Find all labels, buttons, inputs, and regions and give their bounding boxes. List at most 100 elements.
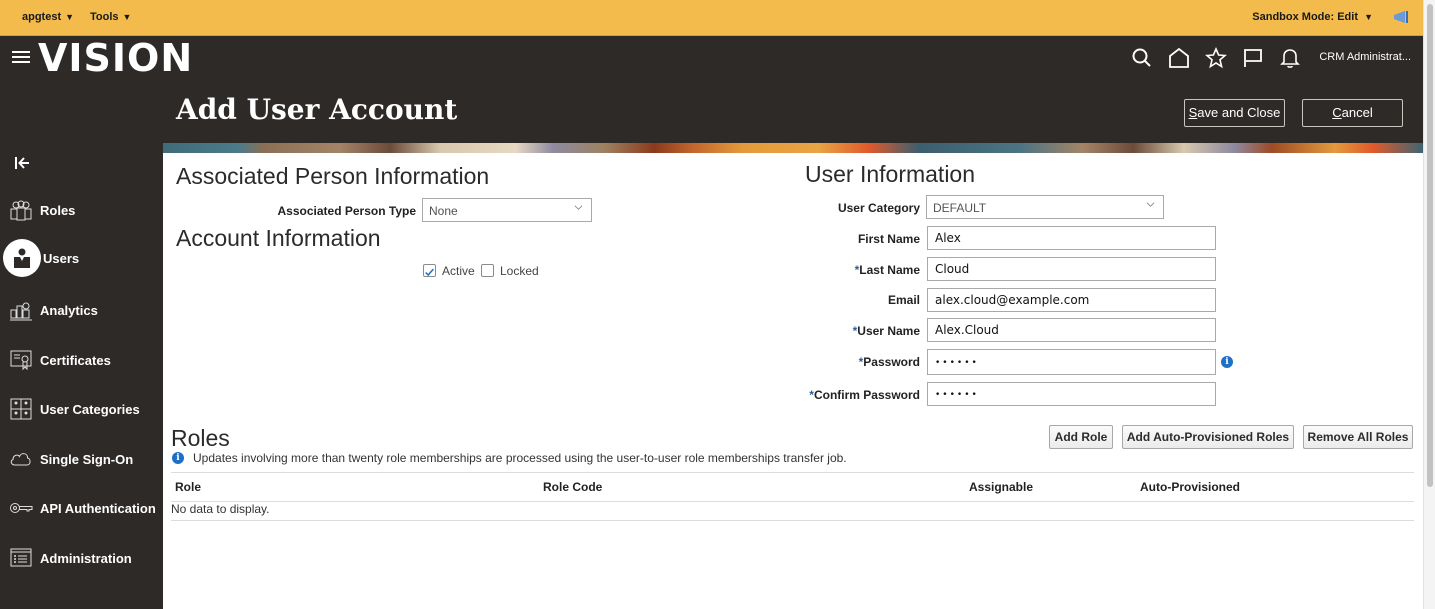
sidebar-item-api-authentication[interactable]: API Authentication: [0, 489, 163, 529]
password-label-text: Password: [863, 355, 920, 369]
decorative-banner: [163, 143, 1423, 153]
sidebar-item-label: Users: [43, 251, 80, 266]
sidebar-item-user-categories[interactable]: User Categories: [0, 390, 163, 430]
caret-down-icon: ▼: [65, 12, 75, 22]
caret-down-icon: ▼: [122, 12, 132, 22]
user-menu[interactable]: apgtest ▼: [22, 11, 74, 23]
user-name-input[interactable]: [927, 318, 1216, 342]
table-header-border: [171, 501, 1414, 502]
add-auto-provisioned-roles-button[interactable]: Add Auto-Provisioned Roles: [1122, 425, 1294, 449]
confirm-password-label-text: Confirm Password: [813, 388, 920, 402]
flag-icon[interactable]: [1242, 47, 1264, 69]
password-label: *Password: [859, 355, 920, 369]
user-name-label-text: User Name: [857, 324, 920, 338]
associated-person-heading: Associated Person Information: [176, 163, 490, 189]
sandbox-mode-label: Sandbox Mode: Edit: [1252, 11, 1359, 23]
star-icon[interactable]: [1205, 47, 1227, 69]
sandbox-bar: apgtest ▼ Tools ▼ Sandbox Mode: Edit ▼: [0, 0, 1423, 36]
page-header: Add User Account Save and Close Cancel: [163, 82, 1423, 143]
cancel-label: ancel: [1341, 105, 1373, 120]
hamburger-menu-icon[interactable]: [12, 51, 30, 65]
sidebar-item-label: API Authentication: [40, 501, 156, 516]
cancel-accesskey: C: [1332, 105, 1342, 120]
confirm-password-input[interactable]: [927, 382, 1216, 406]
empty-table-message: No data to display.: [171, 502, 270, 516]
active-label: Active: [442, 264, 475, 278]
megaphone-icon[interactable]: [1393, 10, 1409, 24]
column-header-role-code[interactable]: Role Code: [543, 480, 602, 494]
column-header-auto-provisioned[interactable]: Auto-Provisioned: [1140, 480, 1240, 494]
tools-menu[interactable]: Tools ▼: [90, 11, 131, 23]
chevron-down-icon: [574, 205, 583, 210]
locked-label: Locked: [500, 264, 539, 278]
caret-down-icon: ▼: [1364, 12, 1373, 22]
save-and-close-button[interactable]: Save and Close: [1184, 99, 1285, 127]
save-label: ave and Close: [1197, 105, 1281, 120]
sidebar: Roles Users Analytics Certificates User …: [0, 82, 163, 609]
associated-person-type-label: Associated Person Type: [277, 204, 417, 218]
cloud-icon: [10, 453, 31, 466]
bell-icon[interactable]: [1279, 47, 1301, 69]
table-bottom-border: [171, 520, 1414, 521]
home-icon[interactable]: [1168, 47, 1190, 69]
sidebar-item-administration[interactable]: Administration: [0, 539, 163, 579]
confirm-password-label: *Confirm Password: [809, 388, 920, 402]
sandbox-mode-menu[interactable]: Sandbox Mode: Edit ▼: [1252, 11, 1373, 23]
user-icon: [14, 248, 30, 268]
user-menu-label: apgtest: [22, 11, 62, 23]
search-icon[interactable]: [1131, 47, 1153, 69]
user-category-select[interactable]: DEFAULT: [926, 195, 1164, 219]
page-title: Add User Account: [176, 93, 458, 126]
checkmark-icon: [425, 268, 434, 277]
sidebar-item-label: Administration: [40, 551, 132, 566]
column-header-assignable[interactable]: Assignable: [969, 480, 1033, 494]
sidebar-item-label: User Categories: [40, 402, 140, 417]
vision-logo: VISION: [38, 36, 194, 80]
add-role-button[interactable]: Add Role: [1049, 425, 1113, 449]
user-information-heading: User Information: [805, 161, 976, 187]
sidebar-item-label: Roles: [40, 203, 76, 218]
save-accesskey: S: [1188, 105, 1198, 120]
table-top-border: [171, 472, 1414, 473]
user-categories-icon: [10, 398, 32, 420]
account-information-heading: Account Information: [176, 225, 381, 251]
first-name-input[interactable]: [927, 226, 1216, 250]
collapse-left-icon[interactable]: [13, 154, 31, 172]
roles-notice: Updates involving more than twenty role …: [193, 451, 847, 465]
key-icon: [10, 503, 33, 513]
sidebar-item-single-sign-on[interactable]: Single Sign-On: [0, 440, 163, 480]
email-input[interactable]: [927, 288, 1216, 312]
analytics-icon: [10, 302, 32, 321]
user-category-label: User Category: [837, 201, 920, 215]
locked-checkbox[interactable]: [481, 264, 494, 277]
info-icon: i: [172, 452, 184, 464]
chevron-down-icon: [1146, 202, 1155, 207]
remove-all-roles-button[interactable]: Remove All Roles: [1303, 425, 1413, 449]
sidebar-item-analytics[interactable]: Analytics: [0, 291, 163, 331]
administration-icon: [10, 548, 32, 567]
active-checkbox[interactable]: [423, 264, 436, 277]
password-input[interactable]: [927, 349, 1216, 375]
tools-menu-label: Tools: [90, 11, 119, 23]
roles-heading: Roles: [171, 425, 230, 451]
cancel-button[interactable]: Cancel: [1302, 99, 1403, 127]
vertical-scrollbar[interactable]: [1423, 0, 1435, 609]
column-header-role[interactable]: Role: [175, 480, 201, 494]
associated-person-type-select[interactable]: None: [422, 198, 592, 222]
scrollbar-thumb[interactable]: [1427, 4, 1433, 487]
certificate-icon: [10, 350, 32, 371]
password-info-icon[interactable]: i: [1221, 356, 1233, 368]
roles-icon: [10, 200, 32, 221]
sidebar-item-users[interactable]: Users: [0, 239, 163, 279]
sidebar-item-certificates[interactable]: Certificates: [0, 341, 163, 381]
global-header: VISION CRM Administrat...: [0, 36, 1423, 82]
user-name-menu[interactable]: CRM Administrat...: [1319, 51, 1411, 63]
last-name-label: *Last Name: [855, 263, 920, 277]
sidebar-item-label: Single Sign-On: [40, 452, 134, 467]
add-user-form: Associated Person Information Associated…: [163, 153, 1423, 609]
last-name-label-text: Last Name: [859, 263, 920, 277]
sidebar-item-roles[interactable]: Roles: [0, 191, 163, 231]
sidebar-item-label: Certificates: [40, 353, 111, 368]
last-name-input[interactable]: [927, 257, 1216, 281]
first-name-label: First Name: [857, 232, 920, 246]
